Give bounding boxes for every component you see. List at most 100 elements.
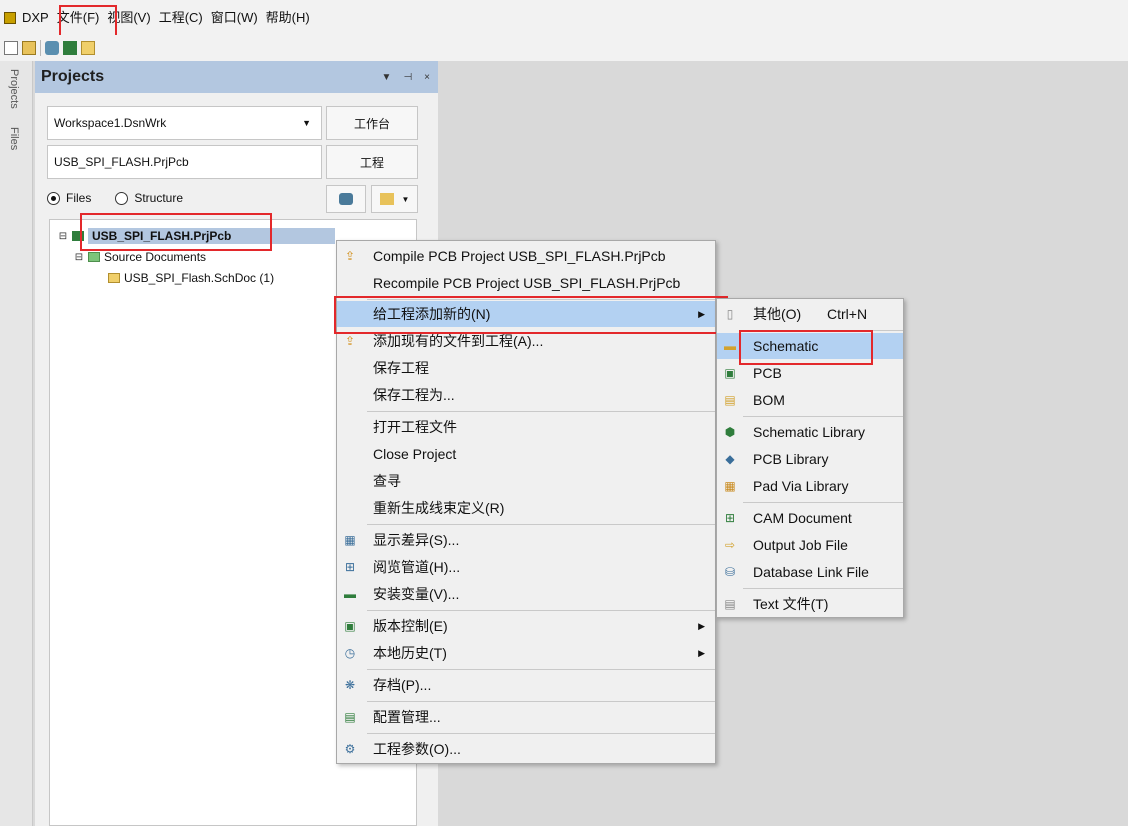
collapse-icon[interactable]: ⊟: [58, 231, 68, 242]
submenu-database-link-file[interactable]: ⛁ Database Link File: [717, 559, 903, 585]
pcb-icon: ▣: [724, 366, 736, 380]
project-button[interactable]: 工程: [326, 145, 418, 179]
menu-add-existing[interactable]: ⇪ 添加现有的文件到工程(A)...: [337, 328, 715, 354]
config-icon: ▤: [344, 710, 356, 724]
submenu-arrow-icon: ▶: [698, 308, 705, 319]
schematic-icon[interactable]: [81, 41, 95, 55]
menu-separator: [743, 330, 903, 331]
menu-project-options[interactable]: ⚙ 工程参数(O)...: [337, 736, 715, 762]
collapse-icon[interactable]: ⊟: [74, 252, 84, 263]
menu-separator: [743, 588, 903, 589]
menu-show-differences[interactable]: ▦ 显示差异(S)...: [337, 527, 715, 553]
tree-item-project-label: USB_SPI_FLASH.PrjPcb: [88, 228, 335, 244]
submenu-schematic-library[interactable]: ⬢ Schematic Library: [717, 419, 903, 445]
menu-compile[interactable]: ⇪ Compile PCB Project USB_SPI_FLASH.PrjP…: [337, 243, 715, 269]
side-tab-files[interactable]: Files: [8, 127, 20, 150]
radio-structure[interactable]: [115, 191, 129, 205]
menu-save-project[interactable]: 保存工程: [337, 355, 715, 381]
menu-view-channels[interactable]: ⊞ 阅览管道(H)...: [337, 554, 715, 580]
menu-separator: [743, 416, 903, 417]
output-job-icon: ⇨: [724, 538, 736, 552]
menu-local-history[interactable]: ◷ 本地历史(T) ▶: [337, 640, 715, 666]
menu-archive[interactable]: ❋ 存档(P)...: [337, 672, 715, 698]
panel-close-icon[interactable]: ×: [424, 72, 430, 83]
new-document-icon[interactable]: [4, 41, 18, 55]
workspace-dropdown[interactable]: Workspace1.DsnWrk ▼: [47, 106, 322, 140]
menu-save-project-as[interactable]: 保存工程为...: [337, 382, 715, 408]
dxp-logo-icon: [4, 11, 16, 24]
menu-regenerate-harness[interactable]: 重新生成线束定义(R): [337, 495, 715, 521]
radio-structure-label: Structure: [134, 191, 184, 205]
project-options-icon: ⚙: [344, 742, 356, 756]
submenu-arrow-icon: ▶: [698, 647, 705, 658]
variants-icon: ▬: [344, 587, 356, 601]
menu-view[interactable]: 视图(V): [103, 6, 154, 30]
menu-separator: [367, 701, 715, 702]
menu-separator: [367, 733, 715, 734]
panel-controls: ▼ ⊣ ×: [382, 72, 430, 83]
toolbar-separator: [40, 40, 41, 56]
menu-bar: DXP 文件(F) 视图(V) 工程(C) 窗口(W) 帮助(H): [0, 0, 1128, 35]
menu-separator: [367, 610, 715, 611]
pcb-library-icon: ◆: [725, 452, 735, 466]
pcb-project-icon: [72, 231, 84, 241]
workspace-button[interactable]: 工作台: [326, 106, 418, 140]
pcb-icon[interactable]: [63, 41, 77, 55]
schematic-icon: ▬: [724, 339, 736, 353]
submenu-arrow-icon: ▶: [698, 620, 705, 631]
tree-item-schdoc[interactable]: USB_SPI_Flash.SchDoc (1): [108, 271, 274, 285]
menu-separator: [367, 669, 715, 670]
panel-pin-icon[interactable]: ⊣: [403, 72, 412, 83]
submenu-pcb-library[interactable]: ◆ PCB Library: [717, 446, 903, 472]
submenu-pad-via-library[interactable]: ▦ Pad Via Library: [717, 473, 903, 499]
menu-close-project[interactable]: Close Project: [337, 441, 715, 467]
submenu-schematic[interactable]: ▬ Schematic: [717, 333, 903, 359]
tree-item-project[interactable]: ⊟ USB_SPI_FLASH.PrjPcb: [58, 228, 335, 244]
menu-help[interactable]: 帮助(H): [262, 6, 314, 30]
menu-separator: [367, 411, 715, 412]
submenu-other[interactable]: ▯ 其他(O) Ctrl+N: [717, 301, 903, 327]
submenu-text-file[interactable]: ▤ Text 文件(T): [717, 591, 903, 617]
menu-recompile[interactable]: Recompile PCB Project USB_SPI_FLASH.PrjP…: [337, 270, 715, 296]
channels-icon: ⊞: [344, 560, 356, 574]
menu-search[interactable]: 查寻: [337, 468, 715, 494]
menu-separator: [743, 502, 903, 503]
shortcut-ctrl-n: Ctrl+N: [827, 306, 868, 322]
menu-configuration-manager[interactable]: ▤ 配置管理...: [337, 704, 715, 730]
menu-open-project-file[interactable]: 打开工程文件: [337, 414, 715, 440]
panel-header: Projects ▼ ⊣ ×: [35, 61, 438, 93]
menu-add-new-to-project[interactable]: 给工程添加新的(N) ▶: [337, 301, 715, 327]
submenu-bom[interactable]: ▤ BOM: [717, 387, 903, 413]
submenu-output-job-file[interactable]: ⇨ Output Job File: [717, 532, 903, 558]
submenu-pcb[interactable]: ▣ PCB: [717, 360, 903, 386]
clock-icon: ◷: [344, 646, 356, 660]
refresh-project-button[interactable]: [326, 185, 366, 213]
menu-window[interactable]: 窗口(W): [207, 6, 262, 30]
open-folder-icon[interactable]: [22, 41, 36, 55]
chevron-down-icon: ▼: [302, 118, 311, 128]
menu-version-control[interactable]: ▣ 版本控制(E) ▶: [337, 613, 715, 639]
side-tab-strip: Projects Files: [0, 61, 33, 826]
radio-files[interactable]: [47, 191, 60, 205]
panel-menu-icon[interactable]: ▼: [382, 72, 392, 83]
tree-item-source-documents[interactable]: ⊟ Source Documents: [74, 250, 206, 264]
menu-dxp[interactable]: DXP: [18, 6, 53, 30]
blank-document-icon: ▯: [726, 307, 734, 321]
panel-title: Projects: [41, 68, 105, 85]
menu-separator: [367, 524, 715, 525]
text-file-icon: ▤: [724, 597, 736, 611]
project-options-button[interactable]: ▼: [371, 185, 418, 213]
chevron-down-icon: ▼: [401, 194, 410, 204]
archive-icon: ❋: [344, 678, 356, 692]
submenu-cam-document[interactable]: ⊞ CAM Document: [717, 505, 903, 531]
radio-files-label: Files: [66, 191, 92, 205]
workspace-value: Workspace1.DsnWrk: [54, 116, 167, 130]
menu-file[interactable]: 文件(F): [53, 6, 104, 30]
project-context-menu: ⇪ Compile PCB Project USB_SPI_FLASH.PrjP…: [336, 240, 716, 764]
project-field[interactable]: USB_SPI_FLASH.PrjPcb: [47, 145, 322, 179]
side-tab-projects[interactable]: Projects: [8, 69, 20, 109]
menu-project[interactable]: 工程(C): [155, 6, 207, 30]
menu-install-variants[interactable]: ▬ 安装变量(V)...: [337, 581, 715, 607]
pad-via-library-icon: ▦: [724, 479, 736, 493]
compile-icon[interactable]: [45, 41, 59, 55]
